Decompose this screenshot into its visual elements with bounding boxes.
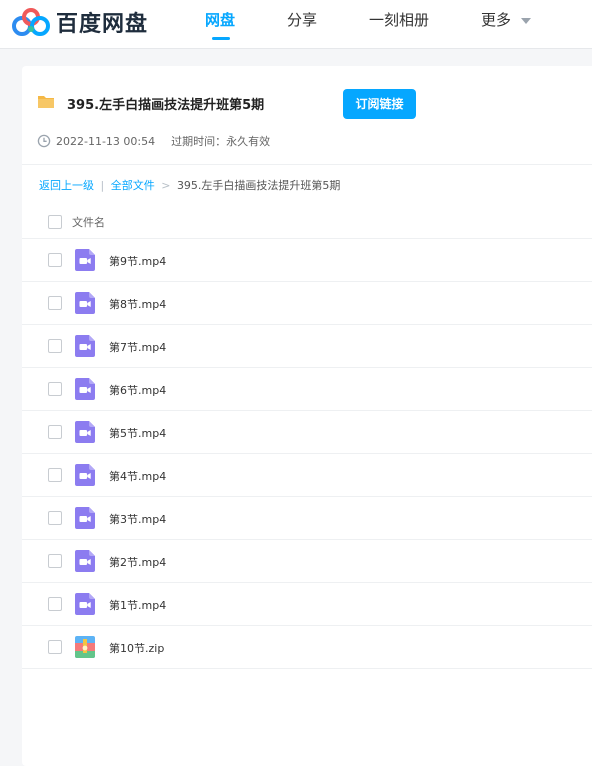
baidu-netdisk-logo[interactable]: 百度网盘	[12, 6, 152, 38]
video-file-icon	[75, 464, 95, 486]
select-all-checkbox[interactable]	[48, 215, 62, 229]
logo-text: 百度网盘	[56, 12, 149, 37]
row-checkbox[interactable]	[48, 253, 62, 267]
file-row[interactable]: 第3节.mp4	[22, 497, 592, 540]
clock-icon	[37, 134, 51, 148]
share-card: 395.左手白描画技法提升班第5期 订阅链接 2022-11-13 00:54 …	[22, 66, 592, 766]
file-list: 第9节.mp4 第8节.mp4 第7节.mp4 第6节.mp4 第5节.mp4 第4节.m…	[22, 239, 592, 669]
column-header-filename: 文件名	[72, 216, 105, 229]
share-date: 2022-11-13 00:54	[56, 134, 156, 148]
video-file-icon	[75, 421, 95, 443]
subscribe-link-button[interactable]: 订阅链接	[343, 89, 416, 119]
file-name[interactable]: 第8节.mp4	[109, 296, 166, 312]
file-row[interactable]: 第4节.mp4	[22, 454, 592, 497]
row-checkbox[interactable]	[48, 554, 62, 568]
file-name[interactable]: 第10节.zip	[109, 640, 164, 656]
file-row[interactable]: 第5节.mp4	[22, 411, 592, 454]
breadcrumb-chevron: >	[161, 179, 171, 192]
file-list-header: 文件名	[22, 206, 592, 239]
row-checkbox[interactable]	[48, 296, 62, 310]
file-row[interactable]: 第1节.mp4	[22, 583, 592, 626]
row-checkbox[interactable]	[48, 511, 62, 525]
share-meta: 2022-11-13 00:54 过期时间： 永久有效	[37, 134, 270, 148]
folder-icon	[38, 96, 54, 108]
breadcrumb: 返回上一级 | 全部文件 > 395.左手白描画技法提升班第5期	[39, 177, 340, 193]
video-file-icon	[75, 249, 95, 271]
breadcrumb-separator: |	[100, 179, 105, 192]
video-file-icon	[75, 507, 95, 529]
row-checkbox[interactable]	[48, 597, 62, 611]
expire-label: 过期时间：	[171, 135, 227, 148]
breadcrumb-current: 395.左手白描画技法提升班第5期	[176, 179, 341, 192]
all-files-link[interactable]: 全部文件	[111, 179, 155, 192]
video-file-icon	[75, 593, 95, 615]
row-checkbox[interactable]	[48, 468, 62, 482]
row-checkbox[interactable]	[48, 382, 62, 396]
top-navigation-bar: 百度网盘 网盘 分享 一刻相册 更多	[0, 0, 592, 49]
divider	[22, 164, 592, 165]
nav-item-share[interactable]: 分享	[287, 9, 317, 30]
file-name[interactable]: 第7节.mp4	[109, 339, 166, 355]
nav-item-netdisk[interactable]: 网盘	[205, 9, 235, 30]
nav-item-album[interactable]: 一刻相册	[369, 9, 429, 30]
video-file-icon	[75, 292, 95, 314]
file-name[interactable]: 第6节.mp4	[109, 382, 166, 398]
expire-value: 永久有效	[226, 135, 271, 148]
file-name[interactable]: 第1节.mp4	[109, 597, 166, 613]
cloud-logo-icon	[12, 8, 50, 36]
zip-file-icon	[75, 636, 95, 658]
file-name[interactable]: 第2节.mp4	[109, 554, 166, 570]
video-file-icon	[75, 378, 95, 400]
file-name[interactable]: 第5节.mp4	[109, 425, 166, 441]
file-row[interactable]: 第10节.zip	[22, 626, 592, 669]
file-name[interactable]: 第4节.mp4	[109, 468, 166, 484]
file-row[interactable]: 第6节.mp4	[22, 368, 592, 411]
row-checkbox[interactable]	[48, 640, 62, 654]
video-file-icon	[75, 335, 95, 357]
file-name[interactable]: 第9节.mp4	[109, 253, 166, 269]
share-title: 395.左手白描画技法提升班第5期	[67, 98, 265, 113]
row-checkbox[interactable]	[48, 425, 62, 439]
file-row[interactable]: 第2节.mp4	[22, 540, 592, 583]
nav-active-indicator	[212, 37, 230, 40]
file-name[interactable]: 第3节.mp4	[109, 511, 166, 527]
row-checkbox[interactable]	[48, 339, 62, 353]
file-row[interactable]: 第9节.mp4	[22, 239, 592, 282]
file-row[interactable]: 第8节.mp4	[22, 282, 592, 325]
file-row[interactable]: 第7节.mp4	[22, 325, 592, 368]
video-file-icon	[75, 550, 95, 572]
chevron-down-icon[interactable]	[521, 18, 531, 24]
back-link[interactable]: 返回上一级	[39, 179, 94, 192]
nav-item-more[interactable]: 更多	[481, 9, 511, 30]
